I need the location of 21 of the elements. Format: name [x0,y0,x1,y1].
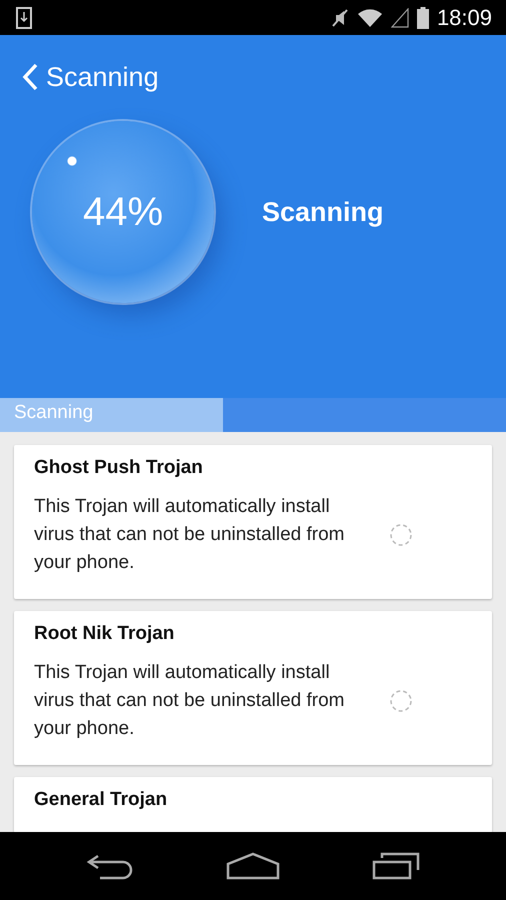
scan-status: Scanning [262,196,384,228]
percent-text: 44% [82,190,164,234]
clock-time: 18:09 [436,4,492,30]
home-nav-icon[interactable] [226,852,280,880]
threat-description: This Trojan will automatically install virus that can not be uninstalled from your phone. [34,661,346,741]
loading-spinner-icon [389,523,413,547]
recents-nav-icon[interactable] [372,852,420,880]
threat-name: Ghost Push Trojan [34,457,204,479]
threat-name: Root Nik Trojan [34,623,176,645]
signal-icon [390,8,409,28]
mute-icon [330,8,349,28]
back-icon[interactable] [22,63,38,91]
screen-title: Scanning [46,62,159,92]
back-nav-icon[interactable] [86,852,134,880]
loading-spinner-icon [389,689,413,713]
progress-label: Scanning [14,402,94,424]
battery-icon [416,6,429,28]
download-icon [16,6,32,28]
wifi-icon [356,8,383,28]
threat-name: General Trojan [34,789,168,811]
threat-description: This Trojan will automatically install virus that can not be uninstalled from your phone. [34,495,346,575]
